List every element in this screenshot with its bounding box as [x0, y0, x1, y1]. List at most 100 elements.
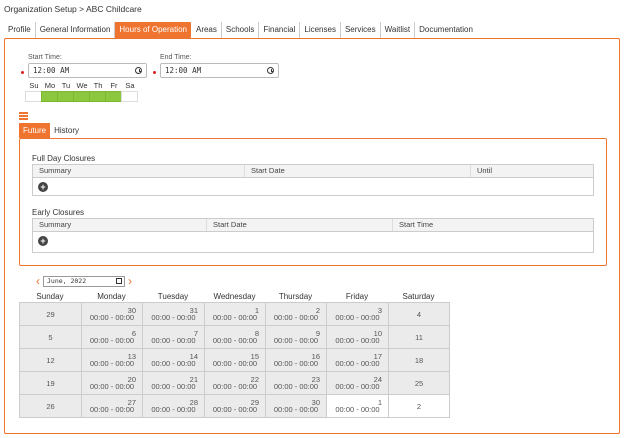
calendar-day-cell[interactable]: 12 [20, 349, 82, 372]
calendar-day-cell[interactable]: 29 [20, 303, 82, 326]
early-closures-title: Early Closures [32, 208, 85, 217]
clock-icon[interactable] [267, 67, 274, 74]
calendar-day-cell[interactable]: 22 00:00 - 00:00 [205, 372, 266, 395]
column-header[interactable]: Summary [33, 165, 245, 177]
day-hours: 00:00 - 00:00 [273, 405, 319, 414]
month-picker-input[interactable]: June, 2022 [43, 275, 125, 287]
day-label: Sa [125, 81, 135, 90]
calendar-day-cell[interactable]: 2 00:00 - 00:00 [266, 303, 327, 326]
tab-future[interactable]: Future [19, 123, 51, 138]
calendar-day-cell[interactable]: 3 00:00 - 00:00 [327, 303, 389, 326]
column-header[interactable]: Start Time [393, 219, 593, 231]
calendar-day-cell[interactable]: 2 [389, 395, 450, 418]
calendar-day-cell[interactable]: 25 [389, 372, 450, 395]
end-time-input[interactable]: 12:00 AM [160, 63, 279, 78]
day-hours: 00:00 - 00:00 [212, 313, 258, 322]
day-toggle-we[interactable] [73, 91, 90, 102]
tab-schools[interactable]: Schools [220, 22, 258, 38]
weekday-label: Thursday [278, 292, 313, 301]
calendar-day-cell[interactable]: 5 [20, 326, 82, 349]
add-full-day-closure-button[interactable]: + [38, 182, 48, 192]
calendar-day-cell[interactable]: 29 00:00 - 00:00 [205, 395, 266, 418]
required-indicator-start [21, 71, 24, 74]
calendar-day-cell[interactable]: 30 00:00 - 00:00 [266, 395, 327, 418]
chevron-right-icon[interactable]: › [128, 275, 132, 287]
calendar-nav: ‹ June, 2022 › [36, 275, 132, 287]
day-toggle-mo[interactable] [41, 91, 58, 102]
column-header[interactable]: Start Date [245, 165, 471, 177]
day-toggle-sa[interactable] [121, 91, 138, 102]
clock-icon[interactable] [135, 67, 142, 74]
calendar-day-cell[interactable]: 15 00:00 - 00:00 [205, 349, 266, 372]
calendar-day-cell[interactable]: 4 [389, 303, 450, 326]
closures-panel: Full Day Closures Summary Start Date Until… [19, 138, 607, 266]
calendar-weekday-header: Sunday Monday Tuesday Wednesday Thursday Frid… [19, 292, 449, 301]
calendar-day-cell[interactable]: 19 [20, 372, 82, 395]
grid-header: Summary Start Date Until [33, 165, 593, 178]
calendar-day-cell[interactable]: 9 00:00 - 00:00 [266, 326, 327, 349]
calendar-day-cell[interactable]: 26 [20, 395, 82, 418]
tab-documentation[interactable]: Documentation [414, 22, 477, 38]
tab-waitlist[interactable]: Waitlist [379, 22, 414, 38]
tab-areas[interactable]: Areas [191, 22, 221, 38]
breadcrumb: Organization Setup > ABC Childcare [4, 4, 142, 14]
calendar-day-cell[interactable]: 10 00:00 - 00:00 [327, 326, 389, 349]
calendar-day-cell[interactable]: 14 00:00 - 00:00 [143, 349, 205, 372]
day-toggle-th[interactable] [89, 91, 106, 102]
day-toggle-fr[interactable] [105, 91, 122, 102]
calendar-day-cell[interactable]: 8 00:00 - 00:00 [205, 326, 266, 349]
calendar-day-cell[interactable]: 13 00:00 - 00:00 [82, 349, 143, 372]
start-time-input[interactable]: 12:00 AM [28, 63, 147, 78]
chevron-left-icon[interactable]: ‹ [36, 275, 40, 287]
tab-hours-of-operation[interactable]: Hours of Operation [114, 22, 191, 38]
full-day-closures-grid: Summary Start Date Until + [32, 164, 594, 196]
weekday-label: Monday [97, 292, 126, 301]
calendar-day-cell[interactable]: 1 00:00 - 00:00 [327, 395, 389, 418]
calendar-day-cell[interactable]: 18 [389, 349, 450, 372]
day-number: 26 [46, 401, 55, 411]
calendar-day-cell[interactable]: 21 00:00 - 00:00 [143, 372, 205, 395]
tab-general-information[interactable]: General Information [34, 22, 115, 38]
calendar-day-cell[interactable]: 6 00:00 - 00:00 [82, 326, 143, 349]
calendar-day-cell[interactable]: 23 00:00 - 00:00 [266, 372, 327, 395]
day-hours: 00:00 - 00:00 [335, 405, 380, 414]
calendar-icon[interactable] [116, 278, 122, 284]
calendar-day-cell[interactable]: 28 00:00 - 00:00 [143, 395, 205, 418]
day-toggle-su[interactable] [25, 91, 42, 102]
calendar-day-cell[interactable]: 27 00:00 - 00:00 [82, 395, 143, 418]
tab-services[interactable]: Services [339, 22, 380, 38]
calendar-day-cell[interactable]: 24 00:00 - 00:00 [327, 372, 389, 395]
day-number: 29 [46, 309, 55, 319]
tab-financial[interactable]: Financial [258, 22, 299, 38]
day-number: 18 [414, 355, 424, 365]
start-time-group: Start Time: 12:00 AM [28, 54, 147, 78]
day-hours: 00:00 - 00:00 [151, 336, 196, 345]
main-tabs: Profile General Information Hours of Opera… [4, 22, 477, 38]
column-header[interactable]: Summary [33, 219, 207, 231]
day-number: 4 [416, 309, 422, 319]
tab-licenses[interactable]: Licenses [299, 22, 340, 38]
day-hours: 00:00 - 00:00 [151, 313, 196, 322]
menu-icon[interactable] [19, 112, 28, 120]
calendar-day-cell[interactable]: 16 00:00 - 00:00 [266, 349, 327, 372]
calendar-day-cell[interactable]: 7 00:00 - 00:00 [143, 326, 205, 349]
calendar-day-cell[interactable]: 20 00:00 - 00:00 [82, 372, 143, 395]
tab-history[interactable]: History [50, 123, 83, 138]
day-hours: 00:00 - 00:00 [335, 336, 380, 345]
calendar-day-cell[interactable]: 31 00:00 - 00:00 [143, 303, 205, 326]
calendar-day-cell[interactable]: 17 00:00 - 00:00 [327, 349, 389, 372]
column-header[interactable]: Until [471, 165, 593, 177]
calendar-day-cell[interactable]: 11 [389, 326, 450, 349]
day-label: Mo [44, 81, 56, 90]
day-label: Th [93, 81, 103, 90]
day-hours: 00:00 - 00:00 [212, 336, 258, 345]
day-hours: 00:00 - 00:00 [212, 405, 258, 414]
day-toggle-tu[interactable] [57, 91, 74, 102]
column-header[interactable]: Start Date [207, 219, 393, 231]
calendar-day-cell[interactable]: 1 00:00 - 00:00 [205, 303, 266, 326]
calendar-day-cell[interactable]: 30 00:00 - 00:00 [82, 303, 143, 326]
add-early-closure-button[interactable]: + [38, 236, 48, 246]
tab-profile[interactable]: Profile [4, 22, 35, 38]
weekday-label: Sunday [36, 292, 64, 301]
closure-tabs: Future History [19, 123, 83, 138]
